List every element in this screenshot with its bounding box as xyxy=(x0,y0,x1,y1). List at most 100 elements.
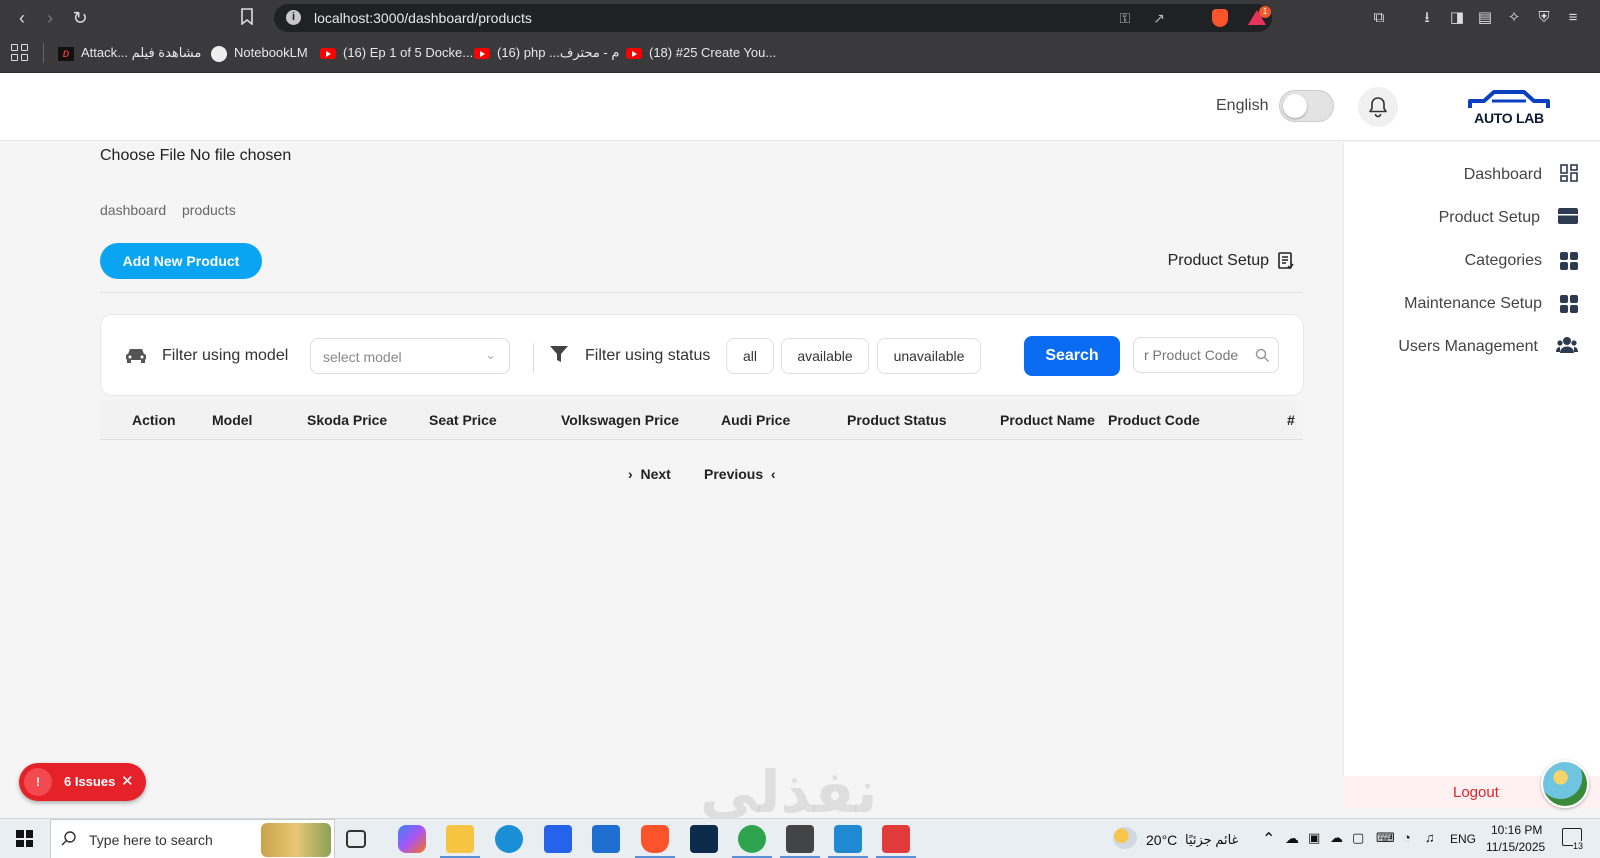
wifi-icon[interactable]: ◔ xyxy=(1403,830,1411,845)
breadcrumb-products: products xyxy=(182,202,236,218)
close-icon[interactable]: ✕ xyxy=(121,772,134,790)
sidebar-item-users-management[interactable]: Users Management xyxy=(1398,335,1578,359)
share-icon[interactable]: ↗ xyxy=(1150,10,1168,26)
youtube-icon xyxy=(474,48,490,60)
vpn-shield-icon[interactable]: ⛨ xyxy=(1535,9,1553,27)
breadcrumb-dashboard[interactable]: dashboard xyxy=(100,202,166,218)
bookmark-item[interactable]: D Attack... مشاهدة فيلم xyxy=(58,44,201,62)
sidebar-toggle-icon[interactable]: ◨ xyxy=(1448,9,1466,27)
brave-shields-icon[interactable] xyxy=(1212,9,1228,27)
copilot-icon[interactable] xyxy=(398,825,426,853)
leo-ai-icon[interactable]: ✧ xyxy=(1505,9,1523,27)
onedrive-icon[interactable]: ☁ xyxy=(1285,830,1299,847)
sidebar-item-label: Dashboard xyxy=(1463,166,1542,183)
rewards-badge: 1 xyxy=(1259,6,1271,18)
notebooklm-icon xyxy=(211,45,227,62)
content-divider xyxy=(100,292,1303,293)
volume-icon[interactable]: ♫ xyxy=(1425,830,1435,845)
site-info-icon[interactable]: i xyxy=(286,10,301,25)
column-header: Product Name xyxy=(1000,412,1095,428)
notification-count: 13 xyxy=(1573,841,1584,851)
language-toggle[interactable] xyxy=(1279,90,1334,122)
vscode-icon[interactable] xyxy=(834,825,862,853)
grid-icon xyxy=(1560,252,1578,270)
apps-grid-icon[interactable] xyxy=(11,44,29,62)
document-list-icon xyxy=(1278,252,1294,270)
filter-card: Filter using model select model ⌄ Filter… xyxy=(100,314,1304,396)
column-header: Product Code xyxy=(1108,412,1200,428)
notifications-button[interactable] xyxy=(1358,87,1398,127)
next-label: Next xyxy=(640,466,671,482)
chevron-down-icon: ⌄ xyxy=(485,347,496,362)
bookmark-item[interactable]: (16) Ep 1 of 5 Docke... xyxy=(320,44,473,62)
sidebar-item-label: Categories xyxy=(1464,252,1542,269)
file-input[interactable]: Choose File No file chosen xyxy=(100,147,291,165)
reload-icon[interactable]: ↻ xyxy=(70,8,90,28)
outlook-icon[interactable] xyxy=(592,825,620,853)
car-icon xyxy=(125,346,147,369)
status-all-button[interactable]: all xyxy=(726,338,774,374)
sidebar-item-label: Product Setup xyxy=(1438,209,1540,226)
status-available-button[interactable]: available xyxy=(781,338,869,374)
model-select-placeholder: select model xyxy=(323,349,402,365)
autolab-logo[interactable]: AUTO LAB xyxy=(1466,88,1552,128)
wallet-icon[interactable]: ▤ xyxy=(1476,9,1494,27)
terminal-app-icon[interactable] xyxy=(786,825,814,853)
input-language[interactable]: ENG xyxy=(1450,832,1476,846)
status-unavailable-button[interactable]: unavailable xyxy=(877,338,981,374)
next-page-button[interactable]: › Next xyxy=(628,466,671,482)
column-header: Product Status xyxy=(847,412,947,428)
sidebar-item-product-setup[interactable]: Product Setup xyxy=(1439,206,1578,230)
tray-cloud-icon[interactable]: ☁ xyxy=(1330,830,1343,846)
bookmark-icon[interactable] xyxy=(237,8,257,28)
clock-date[interactable]: 11/15/2025 xyxy=(1486,840,1545,854)
add-new-product-button[interactable]: Add New Product xyxy=(100,243,262,279)
chevron-left-icon: ‹ xyxy=(770,466,776,482)
floating-avatar[interactable] xyxy=(1541,760,1589,808)
column-header: Action xyxy=(132,412,176,428)
tray-keyboard-icon[interactable]: ⌨ xyxy=(1376,830,1395,846)
windows-start-icon[interactable] xyxy=(16,830,33,847)
screenshot-icon[interactable]: ⧉ xyxy=(1370,9,1388,27)
back-icon[interactable]: ‹ xyxy=(12,8,32,28)
tray-app-icon[interactable]: ▣ xyxy=(1308,830,1320,846)
wps-office-icon[interactable] xyxy=(882,825,910,853)
bookmark-item[interactable]: NotebookLM xyxy=(211,44,308,62)
previous-page-button[interactable]: Previous ‹ xyxy=(704,466,776,482)
issues-badge[interactable]: ! 6 Issues ✕ xyxy=(19,763,146,801)
sidebar-item-maintenance-setup[interactable]: Maintenance Setup xyxy=(1404,292,1578,316)
taskbar-search[interactable]: Type here to search xyxy=(50,819,335,858)
tray-display-icon[interactable]: ▢ xyxy=(1352,830,1364,846)
download-icon[interactable]: ⭳ xyxy=(1418,9,1436,27)
issues-label: 6 Issues xyxy=(64,774,116,789)
whatsapp-icon[interactable] xyxy=(738,825,766,853)
logo-text: AUTO LAB xyxy=(1474,110,1544,126)
chevron-up-icon[interactable]: ⌃ xyxy=(1262,829,1275,849)
edge-browser-icon[interactable] xyxy=(495,825,523,853)
grid-icon xyxy=(1560,295,1578,313)
forward-icon[interactable]: › xyxy=(40,8,60,28)
page-title: Product Setup xyxy=(1168,252,1294,270)
car-logo-icon xyxy=(1468,90,1550,108)
task-view-icon[interactable] xyxy=(346,830,366,848)
sidebar-item-categories[interactable]: Categories xyxy=(1465,249,1578,273)
weather-icon[interactable] xyxy=(1113,827,1137,849)
bookmark-item[interactable]: (18) #25 Create You... xyxy=(626,44,776,62)
clock-time[interactable]: 10:16 PM xyxy=(1491,823,1542,837)
brave-browser-icon[interactable] xyxy=(641,825,669,853)
menu-icon[interactable]: ≡ xyxy=(1564,9,1582,27)
powershell-icon[interactable] xyxy=(690,825,718,853)
key-icon[interactable]: ⚿ xyxy=(1116,10,1134,26)
windows-taskbar: Type here to search 20°C غائم جزئيًا ⌃ ☁… xyxy=(0,818,1600,858)
filter-separator xyxy=(533,343,534,373)
model-select[interactable]: select model ⌄ xyxy=(310,338,510,374)
sidebar-item-dashboard[interactable]: Dashboard xyxy=(1464,163,1578,187)
column-header: Volkswagen Price xyxy=(561,412,680,428)
bookmark-item[interactable]: (16) php ...م - محترف xyxy=(474,44,619,62)
file-explorer-icon[interactable] xyxy=(446,825,474,853)
address-bar[interactable]: i localhost:3000/dashboard/products ⚿ ↗ … xyxy=(274,4,1272,32)
page-title-label: Product Setup xyxy=(1167,252,1269,269)
weather-text: غائم جزئيًا xyxy=(1185,832,1239,847)
search-button[interactable]: Search xyxy=(1024,336,1120,376)
microsoft-store-icon[interactable] xyxy=(544,825,572,853)
